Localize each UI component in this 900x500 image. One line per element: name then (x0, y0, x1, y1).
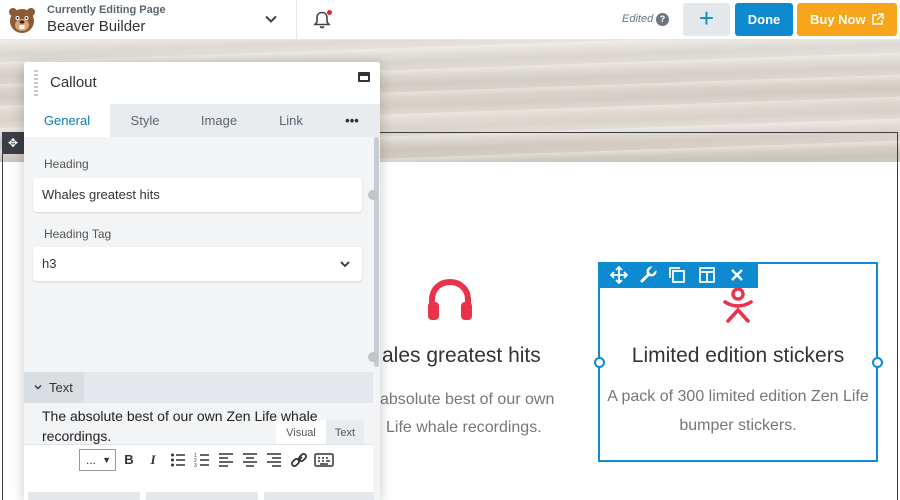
module-text-line: Life whale recordings. (386, 419, 542, 436)
tab-style[interactable]: Style (110, 104, 180, 137)
tab-general[interactable]: General (24, 104, 110, 137)
page-switcher[interactable]: Currently Editing Page Beaver Builder (47, 4, 166, 37)
divider (296, 0, 297, 40)
panel-header: Callout (24, 62, 380, 104)
module-toolbar (598, 262, 758, 288)
heading-tag-label: Heading Tag (44, 227, 112, 241)
buy-now-button[interactable]: Buy Now (797, 3, 897, 36)
editing-label: Currently Editing Page (47, 4, 166, 16)
add-content-button[interactable]: + (683, 3, 730, 36)
panel-title: Callout (50, 74, 97, 91)
heading-input[interactable]: Whales greatest hits (33, 178, 362, 212)
module-text-line: absolute best of our own (380, 391, 555, 408)
edit-status: Edited (622, 13, 654, 25)
keyboard-icon[interactable] (314, 451, 334, 469)
bold-button[interactable]: B (121, 451, 137, 469)
headphones-icon (428, 278, 472, 320)
close-icon[interactable] (728, 266, 746, 284)
duplicate-icon[interactable] (668, 266, 686, 284)
caret-down-icon: ▼ (102, 455, 111, 465)
tab-image[interactable]: Image (184, 104, 254, 137)
done-button[interactable]: Done (735, 3, 793, 36)
settings-panel: Callout General Style Image Link ••• Hea… (24, 62, 380, 500)
module-text: absolute best of our own Life whale reco… (380, 386, 580, 442)
beaver-logo-icon[interactable] (6, 4, 38, 36)
more-tabs-icon[interactable]: ••• (334, 104, 370, 137)
module-text: A pack of 300 limited edition Zen Life b… (607, 388, 869, 434)
footer-button[interactable] (28, 492, 140, 500)
move-icon[interactable] (610, 266, 628, 284)
help-icon[interactable]: ? (656, 13, 669, 26)
text-section-label: Text (49, 380, 73, 395)
resize-dot[interactable] (368, 352, 378, 362)
align-right-icon[interactable] (266, 451, 282, 469)
align-center-icon[interactable] (242, 451, 258, 469)
bullet-list-icon[interactable] (170, 451, 186, 469)
panel-tabs: General Style Image Link ••• (24, 104, 380, 137)
module-heading: ales greatest hits (382, 344, 541, 367)
editor-toolbar: ... ▼ B I 1 2 3 (24, 444, 374, 474)
footer-button[interactable] (146, 492, 258, 500)
heading-tag-select[interactable]: h3 (33, 247, 362, 281)
module-heading: Limited edition stickers (631, 344, 845, 367)
drag-grip-icon[interactable] (34, 70, 38, 96)
chevron-down-icon (340, 261, 350, 268)
align-left-icon[interactable] (218, 451, 234, 469)
page-name: Beaver Builder (47, 18, 146, 35)
numbered-list-icon[interactable]: 1 2 3 (194, 451, 210, 469)
chevron-down-icon[interactable] (264, 12, 278, 26)
maximize-icon[interactable] (358, 72, 370, 82)
chevron-down-icon (34, 385, 42, 390)
tab-link[interactable]: Link (256, 104, 326, 137)
row-move-icon[interactable]: ✥ (2, 132, 24, 154)
heading-tag-value: h3 (42, 256, 57, 271)
link-icon[interactable] (290, 451, 308, 469)
text-section-header: Text (24, 372, 374, 403)
footer-button[interactable] (264, 492, 374, 500)
format-select[interactable]: ... ▼ (79, 449, 116, 471)
buy-now-label: Buy Now (810, 12, 866, 27)
format-select-value: ... (86, 453, 97, 467)
scrollbar-thumb[interactable] (374, 137, 379, 367)
svg-text:3: 3 (194, 463, 197, 469)
resize-dot[interactable] (368, 190, 378, 200)
columns-icon[interactable] (698, 266, 716, 284)
wrench-icon[interactable] (639, 266, 657, 284)
panel-footer (24, 492, 380, 500)
heading-label: Heading (44, 157, 89, 171)
person-sticker-icon (723, 288, 753, 323)
italic-button[interactable]: I (145, 451, 161, 469)
text-section-toggle[interactable]: Text (24, 372, 84, 403)
editor-text[interactable]: The absolute best of our own Zen Life wh… (42, 406, 362, 446)
notification-dot (327, 10, 332, 15)
top-bar: Currently Editing Page Beaver Builder Ed… (0, 0, 900, 40)
external-link-icon (872, 13, 884, 25)
